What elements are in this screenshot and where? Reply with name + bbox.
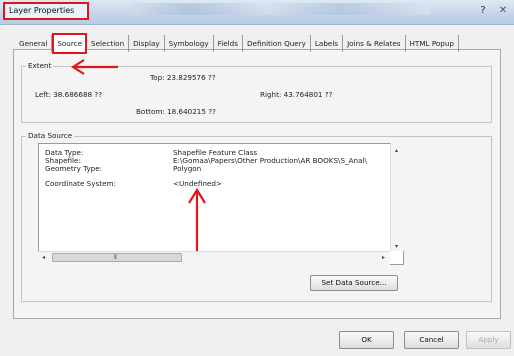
annotation-overlay bbox=[70, 59, 206, 251]
cancel-button[interactable]: Cancel bbox=[404, 331, 459, 349]
arrow-to-undefined-icon bbox=[188, 187, 206, 251]
apply-button[interactable]: Apply bbox=[466, 331, 511, 349]
ok-button[interactable]: OK bbox=[339, 331, 394, 349]
arrow-to-extent-icon bbox=[70, 59, 118, 75]
